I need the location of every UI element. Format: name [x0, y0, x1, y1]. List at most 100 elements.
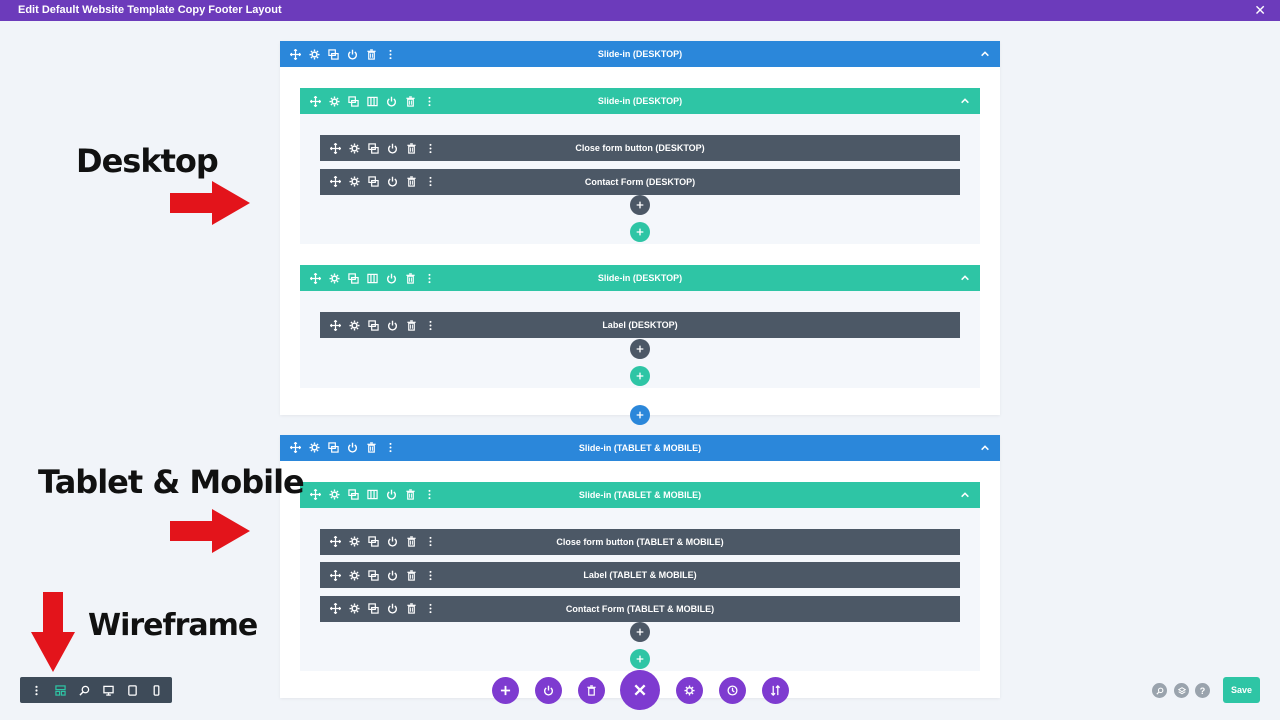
row-bar[interactable]: Slide-in (DESKTOP) [300, 88, 980, 114]
trash-icon[interactable] [404, 568, 419, 583]
power-icon[interactable] [385, 568, 400, 583]
move-icon[interactable] [288, 440, 303, 455]
duplicate-icon[interactable] [366, 141, 381, 156]
trash-icon[interactable] [403, 487, 418, 502]
add-row-button[interactable] [630, 365, 650, 386]
power-icon[interactable] [385, 534, 400, 549]
gear-icon[interactable] [347, 318, 362, 333]
more-icon[interactable] [423, 568, 438, 583]
duplicate-icon[interactable] [366, 568, 381, 583]
gear-icon[interactable] [327, 94, 342, 109]
power-icon[interactable] [385, 601, 400, 616]
power-icon[interactable] [384, 94, 399, 109]
columns-icon[interactable] [365, 94, 380, 109]
section-bar[interactable]: Slide-in (DESKTOP) [280, 41, 1000, 67]
move-icon[interactable] [328, 601, 343, 616]
history-button[interactable] [719, 677, 746, 704]
gear-icon[interactable] [347, 601, 362, 616]
add-row-button[interactable] [630, 649, 650, 669]
gear-icon[interactable] [347, 141, 362, 156]
wireframe-icon[interactable] [51, 681, 69, 699]
power-icon[interactable] [384, 271, 399, 286]
phone-icon[interactable] [147, 681, 165, 699]
more-icon[interactable] [422, 487, 437, 502]
module-bar[interactable]: Contact Form (TABLET & MOBILE) [320, 595, 960, 622]
move-icon[interactable] [328, 174, 343, 189]
more-icon[interactable] [423, 318, 438, 333]
more-icon[interactable] [423, 141, 438, 156]
chevron-up-icon[interactable] [958, 482, 972, 508]
layers-icon[interactable] [1174, 683, 1189, 698]
more-icon[interactable] [422, 271, 437, 286]
page-settings-button[interactable] [676, 677, 703, 704]
add-module-button[interactable] [630, 338, 650, 359]
power-icon[interactable] [385, 174, 400, 189]
columns-icon[interactable] [365, 271, 380, 286]
module-bar[interactable]: Label (DESKTOP) [320, 312, 960, 338]
more-icon[interactable] [423, 601, 438, 616]
gear-icon[interactable] [327, 271, 342, 286]
move-icon[interactable] [308, 94, 323, 109]
add-row-button[interactable] [630, 222, 650, 242]
trash-icon[interactable] [404, 534, 419, 549]
close-builder-button[interactable] [620, 670, 660, 710]
move-icon[interactable] [328, 318, 343, 333]
tablet-icon[interactable] [123, 681, 141, 699]
search-icon[interactable] [1152, 683, 1167, 698]
chevron-up-icon[interactable] [978, 435, 992, 461]
duplicate-icon[interactable] [346, 271, 361, 286]
portability-button[interactable] [535, 677, 562, 704]
trash-icon[interactable] [364, 47, 379, 62]
move-icon[interactable] [288, 47, 303, 62]
trash-icon[interactable] [404, 601, 419, 616]
section-bar[interactable]: Slide-in (TABLET & MOBILE) [280, 434, 1000, 461]
gear-icon[interactable] [307, 440, 322, 455]
trash-icon[interactable] [364, 440, 379, 455]
module-bar[interactable]: Close form button (TABLET & MOBILE) [320, 528, 960, 555]
trash-icon[interactable] [404, 318, 419, 333]
more-icon[interactable] [422, 94, 437, 109]
trash-icon[interactable] [404, 141, 419, 156]
gear-icon[interactable] [307, 47, 322, 62]
columns-icon[interactable] [365, 487, 380, 502]
duplicate-icon[interactable] [326, 440, 341, 455]
more-icon[interactable] [423, 174, 438, 189]
close-icon[interactable]: ✕ [1254, 0, 1266, 21]
save-button[interactable]: Save [1223, 677, 1260, 703]
chevron-up-icon[interactable] [958, 88, 972, 114]
help-icon[interactable]: ? [1195, 683, 1210, 698]
row-bar[interactable]: Slide-in (TABLET & MOBILE) [300, 481, 980, 508]
chevron-up-icon[interactable] [958, 265, 972, 291]
trash-icon[interactable] [403, 271, 418, 286]
move-icon[interactable] [328, 534, 343, 549]
sort-button[interactable] [762, 677, 789, 704]
add-button[interactable] [492, 677, 519, 704]
power-icon[interactable] [384, 487, 399, 502]
row-bar[interactable]: Slide-in (DESKTOP) [300, 265, 980, 291]
duplicate-icon[interactable] [346, 94, 361, 109]
chevron-up-icon[interactable] [978, 41, 992, 67]
move-icon[interactable] [308, 271, 323, 286]
gear-icon[interactable] [347, 174, 362, 189]
duplicate-icon[interactable] [366, 174, 381, 189]
trash-icon[interactable] [404, 174, 419, 189]
more-icon[interactable] [27, 681, 45, 699]
duplicate-icon[interactable] [326, 47, 341, 62]
power-icon[interactable] [385, 318, 400, 333]
power-icon[interactable] [345, 440, 360, 455]
gear-icon[interactable] [327, 487, 342, 502]
move-icon[interactable] [328, 568, 343, 583]
duplicate-icon[interactable] [366, 601, 381, 616]
add-module-button[interactable] [630, 622, 650, 642]
trash-icon[interactable] [403, 94, 418, 109]
clear-layout-button[interactable] [578, 677, 605, 704]
move-icon[interactable] [328, 141, 343, 156]
more-icon[interactable] [423, 534, 438, 549]
desktop-icon[interactable] [99, 681, 117, 699]
module-bar[interactable]: Close form button (DESKTOP) [320, 135, 960, 161]
power-icon[interactable] [345, 47, 360, 62]
duplicate-icon[interactable] [346, 487, 361, 502]
more-icon[interactable] [383, 440, 398, 455]
power-icon[interactable] [385, 141, 400, 156]
move-icon[interactable] [308, 487, 323, 502]
